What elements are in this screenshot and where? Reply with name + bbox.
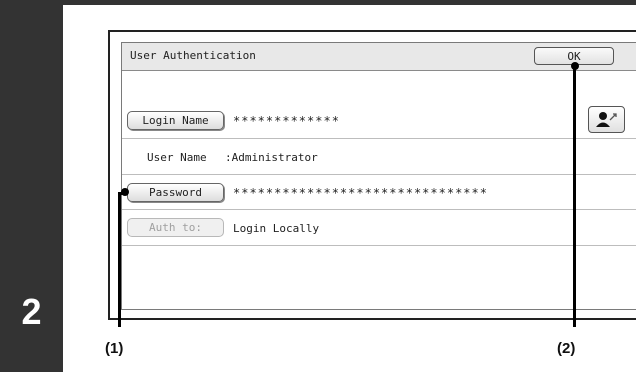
step-sidebar: 2: [0, 0, 63, 372]
user-select-icon: [596, 112, 617, 127]
row-divider: [122, 209, 636, 210]
step-number: 2: [21, 291, 42, 332]
user-select-button[interactable]: [588, 106, 625, 133]
top-border: [0, 0, 636, 5]
device-screen-frame: User Authentication OK Login Name ******…: [108, 30, 636, 320]
password-button[interactable]: Password: [127, 183, 224, 202]
dialog-title: User Authentication: [130, 49, 256, 62]
row-divider: [122, 174, 636, 175]
user-name-value: :Administrator: [225, 151, 318, 164]
password-value: *******************************: [233, 186, 488, 200]
login-name-button[interactable]: Login Name: [127, 111, 224, 130]
user-authentication-dialog: User Authentication OK Login Name ******…: [121, 42, 636, 310]
callout-label-1: (1): [105, 340, 124, 357]
login-name-value: *************: [233, 114, 340, 128]
callout-label-2: (2): [557, 340, 576, 357]
dialog-titlebar: User Authentication OK: [122, 43, 636, 71]
user-name-label: User Name: [147, 151, 207, 164]
row-divider: [122, 138, 636, 139]
callout-line-2: [573, 65, 576, 327]
callout-leader-1: [118, 192, 128, 195]
auth-to-button[interactable]: Auth to:: [127, 218, 224, 237]
row-divider: [122, 245, 636, 246]
callout-line-1: [118, 192, 121, 327]
auth-to-value: Login Locally: [233, 222, 320, 235]
